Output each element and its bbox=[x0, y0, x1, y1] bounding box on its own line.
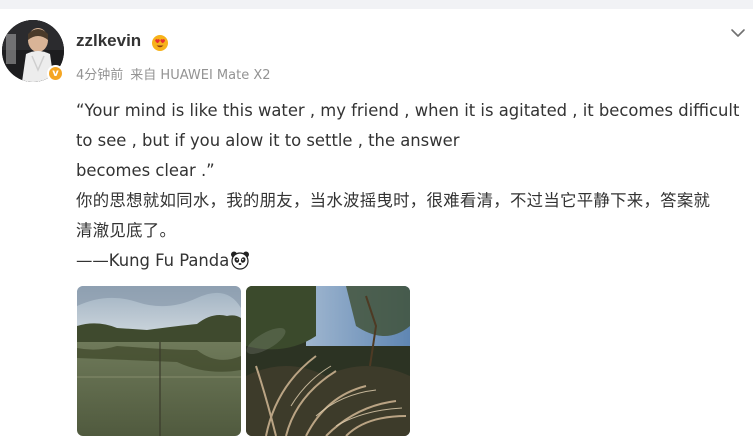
post-text: “Your mind is like this water , my frien… bbox=[76, 96, 750, 276]
post-image-reeds[interactable] bbox=[246, 286, 410, 436]
panda-emoji-icon bbox=[231, 251, 250, 270]
text-line-en-3: becomes clear .” bbox=[76, 161, 215, 180]
text-line-en-2: to see , but if you alow it to settle , … bbox=[76, 131, 460, 150]
username[interactable]: zzlkevin bbox=[76, 31, 141, 51]
text-line-en-1: “Your mind is like this water , my frien… bbox=[76, 101, 740, 120]
text-line-cn-1: 你的思想就如同水，我的朋友，当水波摇曳时，很难看清，不过当它平静下来，答案就 bbox=[76, 191, 711, 210]
post-meta: 4分钟前 来自 HUAWEI Mate X2 bbox=[76, 64, 278, 83]
verified-badge-icon: v bbox=[47, 65, 64, 82]
post-source: 来自 HUAWEI Mate X2 bbox=[130, 68, 271, 83]
text-line-cn-2: 清澈见底了。 bbox=[76, 221, 177, 240]
post-image-lake[interactable] bbox=[77, 286, 241, 436]
chevron-down-icon[interactable] bbox=[729, 24, 747, 42]
top-divider bbox=[0, 0, 753, 9]
attribution-text: ——Kung Fu Panda bbox=[76, 251, 230, 270]
attribution-line: ——Kung Fu Panda bbox=[76, 246, 750, 276]
heart-eyes-emoji-icon bbox=[152, 35, 168, 51]
post-time[interactable]: 4分钟前 bbox=[76, 68, 123, 83]
